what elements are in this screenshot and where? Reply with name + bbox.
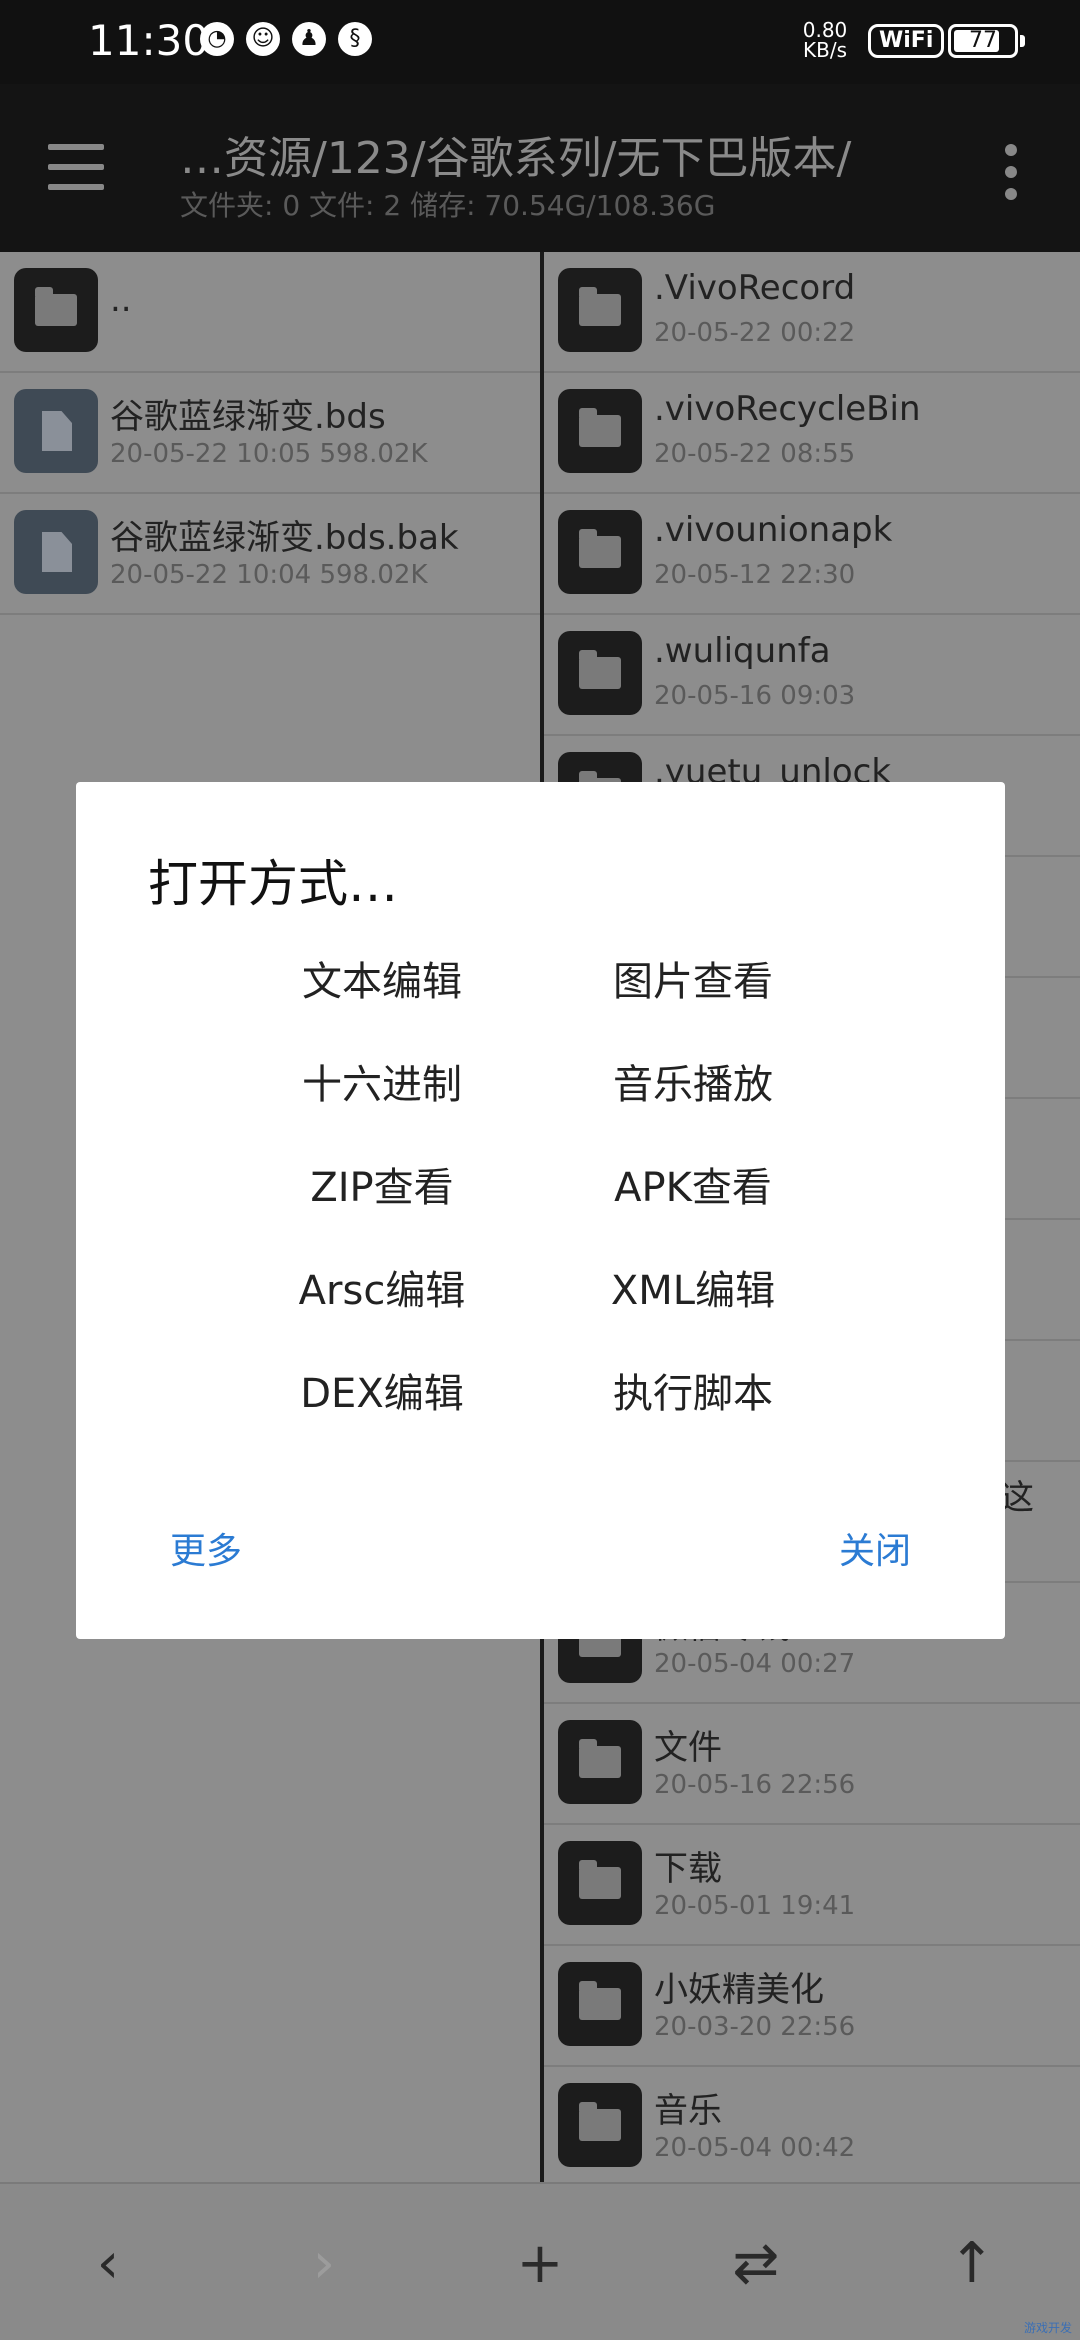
list-item[interactable]: 下载 20-05-01 19:41 <box>544 1825 1080 1946</box>
list-item[interactable]: 小妖精美化 20-03-20 22:56 <box>544 1946 1080 2067</box>
folder-icon <box>558 1720 642 1804</box>
screenshot-icon: § <box>338 22 372 56</box>
folder-icon <box>558 1962 642 2046</box>
item-meta: 20-05-22 10:04 598.02K <box>110 560 428 590</box>
battery-nub <box>1020 35 1025 47</box>
item-name: .VivoRecord <box>654 268 856 308</box>
watermark: 游戏开发 <box>1023 2321 1072 2335</box>
qq-icon: ♟ <box>292 22 326 56</box>
item-meta: 20-05-16 22:56 <box>654 1770 856 1800</box>
storage-stats: 文件夹: 0 文件: 2 储存: 70.54G/108.36G <box>180 189 716 222</box>
bottom-navigation-bar: ‹ › + ⇄ ↑ 游戏开发 <box>0 2182 1080 2340</box>
clock: 11:30 <box>88 16 210 65</box>
folder-icon <box>14 268 98 352</box>
item-name: .. <box>110 280 132 320</box>
truncated-item-text: 这 <box>1000 1478 1034 1518</box>
network-speed-unit: KB/s <box>803 38 847 62</box>
folder-icon <box>558 1841 642 1925</box>
open-with-option[interactable]: 执行脚本 <box>493 1354 893 1434</box>
close-button[interactable]: 关闭 <box>839 1522 911 1574</box>
item-meta: 20-03-20 22:56 <box>654 2012 856 2042</box>
item-name: 下载 <box>654 1849 722 1889</box>
open-with-dialog: 打开方式… 文本编辑 图片查看 十六进制 音乐播放 ZIP查看 APK查看 Arsc编辑 XM… <box>76 782 1005 1639</box>
item-meta: 20-05-22 00:22 <box>654 318 856 348</box>
item-name: .wuliqunfa <box>654 631 831 671</box>
current-path: …资源/123/谷歌系列/无下巴版本/ <box>180 133 852 184</box>
item-name: 谷歌蓝绿渐变.bds.bak <box>110 518 459 558</box>
file-icon <box>14 510 98 594</box>
item-meta: 20-05-04 00:42 <box>654 2133 856 2163</box>
item-meta: 20-05-16 09:03 <box>654 681 856 711</box>
open-with-option[interactable]: 图片查看 <box>493 942 893 1022</box>
forward-icon[interactable]: › <box>284 2224 364 2304</box>
notification-icons: ◔ ☺ ♟ § <box>200 22 372 56</box>
list-item[interactable]: 音乐 20-05-04 00:42 <box>544 2067 1080 2182</box>
network-speed: 0.80 KB/s <box>800 20 850 60</box>
item-meta: 20-05-04 00:27 <box>654 1649 856 1679</box>
list-item[interactable]: .VivoRecord 20-05-22 00:22 <box>544 252 1080 373</box>
item-name: .vivoRecycleBin <box>654 389 921 429</box>
battery-percent: 77 <box>969 28 997 53</box>
item-meta: 20-05-01 19:41 <box>654 1891 856 1921</box>
speedometer-icon: ◔ <box>200 22 234 56</box>
list-item[interactable]: 文件 20-05-16 22:56 <box>544 1704 1080 1825</box>
item-meta: 20-05-22 10:05 598.02K <box>110 439 428 469</box>
folder-icon <box>558 2083 642 2167</box>
list-item[interactable]: .vivounionapk 20-05-12 22:30 <box>544 494 1080 615</box>
more-button[interactable]: 更多 <box>170 1522 242 1574</box>
item-name: 音乐 <box>654 2091 722 2131</box>
wifi-icon: WiFi <box>868 24 945 58</box>
item-name: .vivounionapk <box>654 510 893 550</box>
list-item[interactable]: .. <box>0 252 540 373</box>
add-icon[interactable]: + <box>500 2224 580 2304</box>
item-meta: 20-05-12 22:30 <box>654 560 856 590</box>
list-item[interactable]: 谷歌蓝绿渐变.bds 20-05-22 10:05 598.02K <box>0 373 540 494</box>
open-with-option[interactable]: APK查看 <box>493 1148 893 1228</box>
hamburger-menu-icon[interactable] <box>48 144 120 200</box>
app-toolbar: …资源/123/谷歌系列/无下巴版本/ 文件夹: 0 文件: 2 储存: 70.… <box>0 84 1080 252</box>
back-icon[interactable]: ‹ <box>68 2224 148 2304</box>
folder-icon <box>558 510 642 594</box>
up-directory-icon[interactable]: ↑ <box>932 2224 1012 2304</box>
open-with-option[interactable]: 音乐播放 <box>493 1045 893 1125</box>
list-item[interactable]: .wuliqunfa 20-05-16 09:03 <box>544 615 1080 736</box>
swap-panes-icon[interactable]: ⇄ <box>716 2224 796 2304</box>
app-notification-icon: ☺ <box>246 22 280 56</box>
battery-icon: 77 <box>948 24 1025 58</box>
folder-icon <box>558 268 642 352</box>
folder-icon <box>558 389 642 473</box>
list-item[interactable]: .vivoRecycleBin 20-05-22 08:55 <box>544 373 1080 494</box>
open-with-option[interactable]: XML编辑 <box>493 1251 893 1331</box>
dialog-title: 打开方式… <box>148 855 398 913</box>
file-icon <box>14 389 98 473</box>
folder-icon <box>558 631 642 715</box>
item-name: 文件 <box>654 1728 722 1768</box>
item-name: 谷歌蓝绿渐变.bds <box>110 397 386 437</box>
list-item[interactable]: 谷歌蓝绿渐变.bds.bak 20-05-22 10:04 598.02K <box>0 494 540 615</box>
network-speed-value: 0.80 <box>802 18 848 42</box>
status-bar: 11:30 ◔ ☺ ♟ § 0.80 KB/s WiFi 77 <box>0 0 1080 84</box>
item-meta: 20-05-22 08:55 <box>654 439 856 469</box>
item-name: 小妖精美化 <box>654 1970 824 2010</box>
overflow-menu-icon[interactable] <box>996 144 1026 204</box>
